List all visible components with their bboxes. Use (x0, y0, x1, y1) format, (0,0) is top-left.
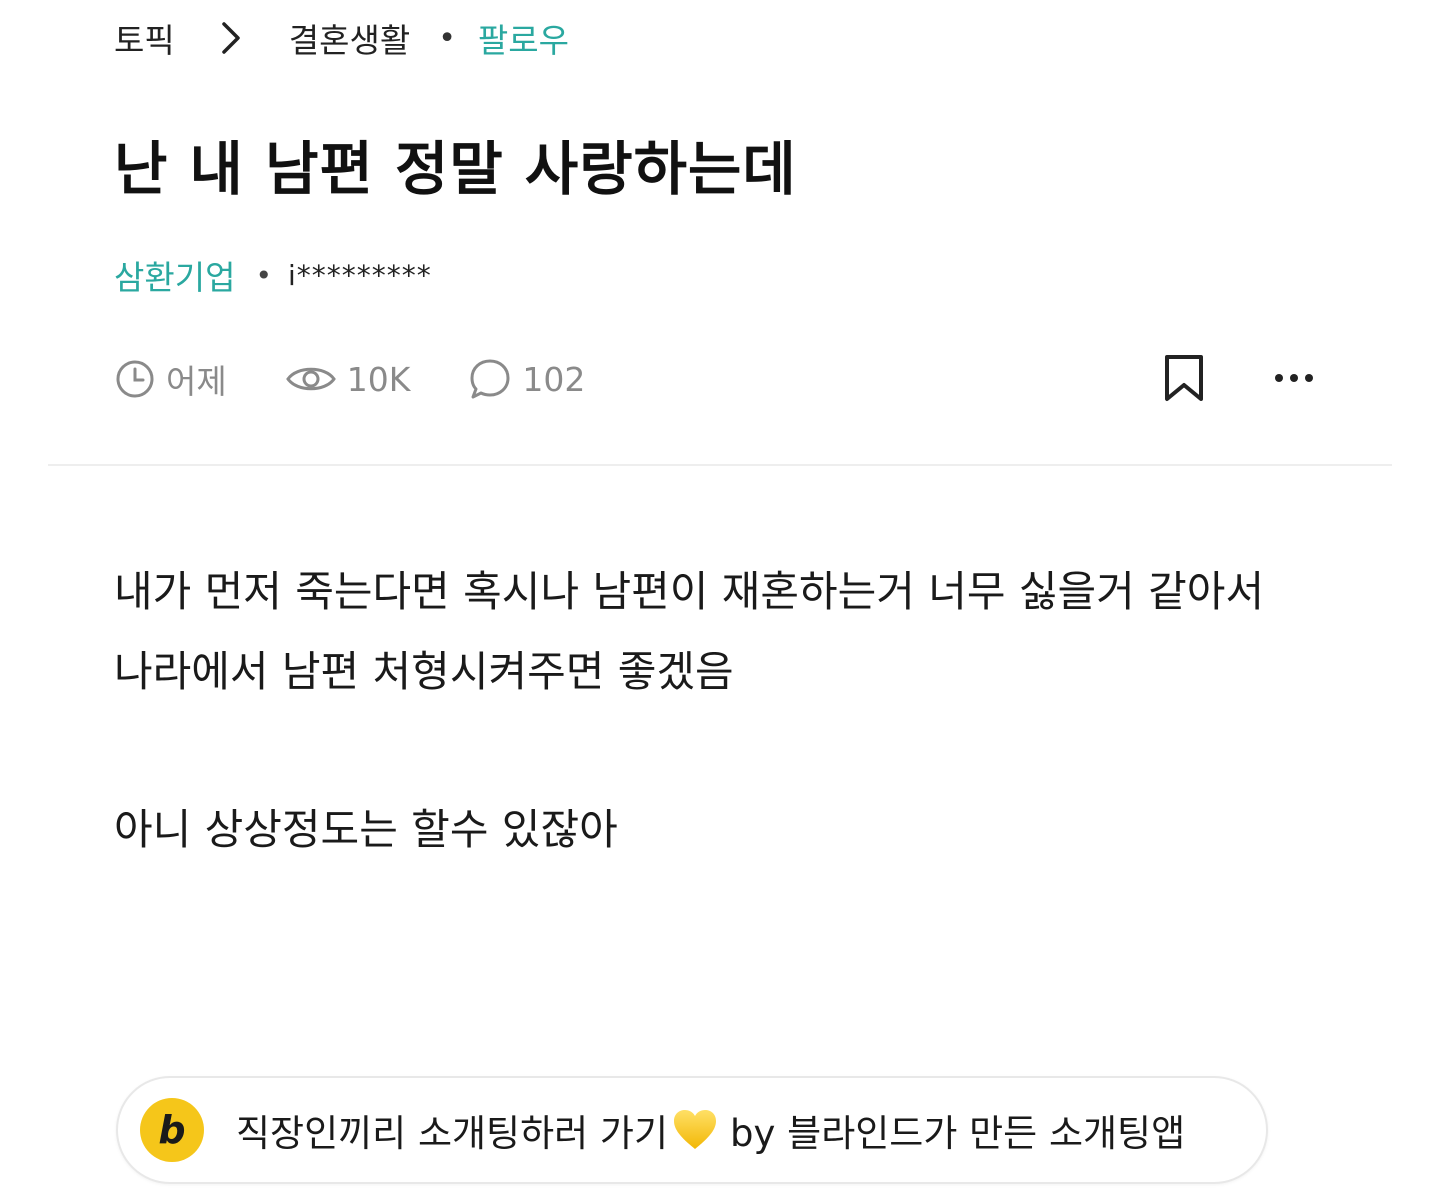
breadcrumb-topic[interactable]: 토픽 (114, 14, 175, 62)
yellow-heart-icon (672, 1109, 718, 1151)
post-comments-count: 102 (522, 359, 586, 399)
dating-app-promo-banner[interactable]: b 직장인끼리 소개팅하러 가기 by 블라인드가 만든 소개팅앱 (116, 1076, 1268, 1184)
chevron-right-icon (209, 14, 253, 62)
promo-text-by: by 블라인드가 만든 소개팅앱 (730, 1112, 1186, 1155)
post-title: 난 내 남편 정말 사랑하는데 (114, 135, 797, 203)
body-paragraph: 아니 상상정도는 할수 있잖아 (114, 805, 618, 854)
follow-button[interactable]: 팔로우 (478, 14, 569, 62)
blind-logo: b (140, 1098, 204, 1162)
body-paragraph: 내가 먼저 죽는다면 혹시나 남편이 재혼하는거 너무 싫을거 같아서 (114, 567, 1265, 616)
separator-dot: • (255, 258, 272, 292)
breadcrumb: 토픽 결혼생활 • 팔로우 (114, 14, 569, 62)
breadcrumb-category[interactable]: 결혼생활 (289, 14, 410, 62)
clock-icon (116, 360, 154, 398)
post-comments[interactable]: 102 (468, 357, 585, 401)
bookmark-icon (1165, 355, 1203, 401)
promo-text-main: 직장인끼리 소개팅하러 가기 (236, 1112, 669, 1155)
comment-icon (470, 359, 510, 399)
post-stats: 어제 10K 102 (114, 352, 643, 406)
separator-dot: • (438, 20, 456, 56)
post-views: 10K (285, 359, 411, 399)
author-name: i********* (287, 258, 432, 292)
divider (48, 464, 1392, 466)
author-line: 삼환기업 • i********* (114, 252, 432, 298)
body-paragraph: 나라에서 남편 처형시켜주면 좋겠음 (114, 647, 734, 696)
post-time-label: 어제 (166, 362, 227, 401)
author-company[interactable]: 삼환기업 (114, 251, 235, 299)
promo-text: 직장인끼리 소개팅하러 가기 by 블라인드가 만든 소개팅앱 (236, 1103, 1185, 1157)
post-page: 토픽 결혼생활 • 팔로우 난 내 남편 정말 사랑하는데 삼환기업 • i**… (0, 0, 1440, 1194)
bookmark-button[interactable] (1160, 350, 1208, 406)
eye-icon (285, 367, 336, 391)
more-horizontal-icon (1275, 374, 1313, 382)
post-views-count: 10K (346, 359, 411, 399)
post-time: 어제 (114, 355, 227, 403)
more-options-button[interactable] (1270, 350, 1318, 406)
post-body: 내가 먼저 죽는다면 혹시나 남편이 재혼하는거 너무 싫을거 같아서 나라에서… (114, 552, 1354, 870)
post-actions (1160, 350, 1318, 406)
